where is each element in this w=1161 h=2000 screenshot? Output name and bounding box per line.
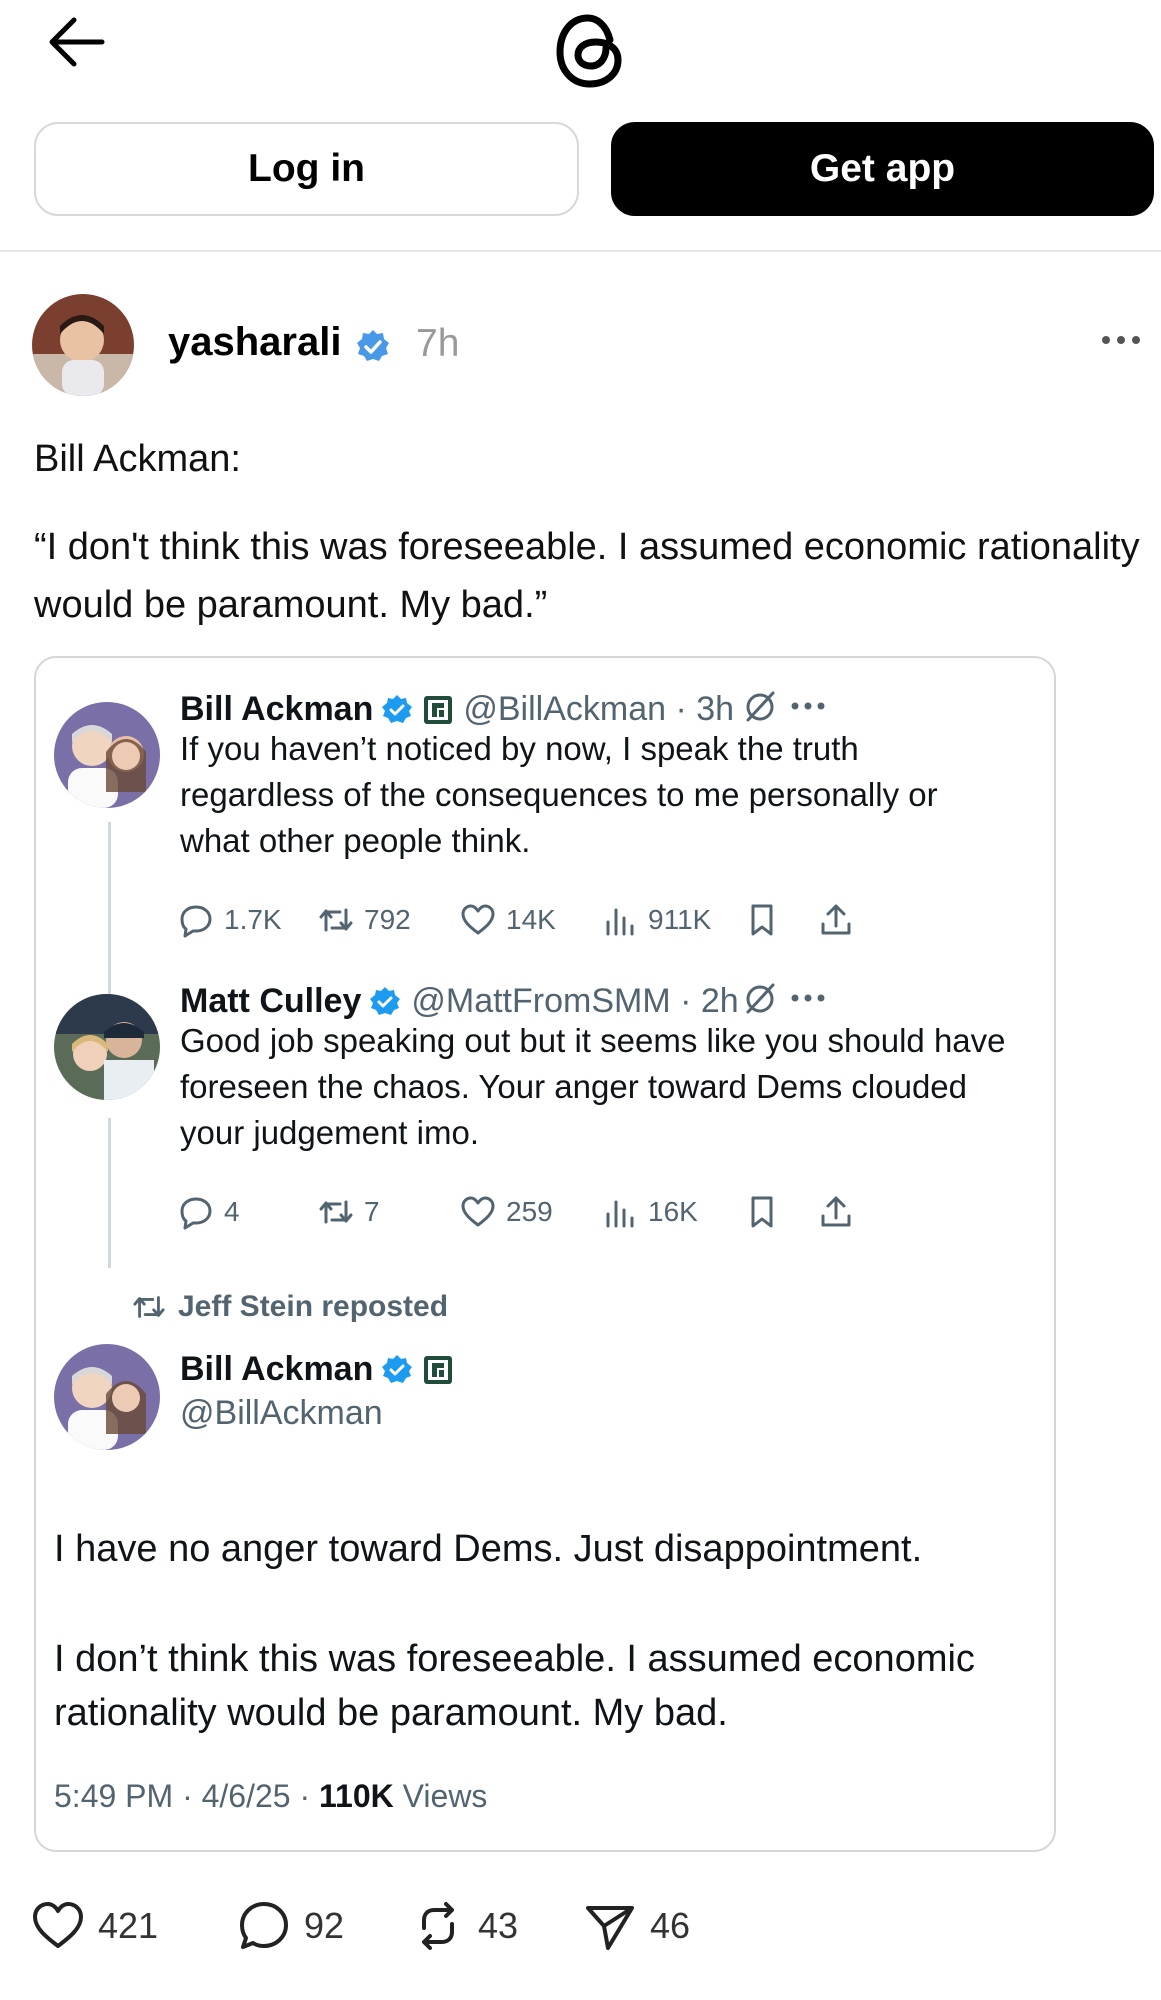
tweet-author-row: Bill Ackman [180,1350,453,1389]
share-button[interactable] [818,902,864,938]
reply-count: 92 [304,1905,345,1946]
auth-buttons: Log in Get app [34,122,1154,218]
heart-icon [461,1196,495,1227]
affiliate-badge-icon [424,695,453,724]
tweet-author-name: Matt Culley [180,982,362,1020]
like-button[interactable]: 421 [30,1898,158,1954]
thread-connector [108,822,111,996]
thread-connector [108,1118,111,1268]
grok-icon[interactable] [742,980,778,1016]
bookmark-icon [751,1196,773,1228]
tweet-meta: 5:49 PM · 4/6/25 · 110K Views [54,1778,487,1815]
share-icon [821,904,851,935]
view-count: 16K [648,1196,698,1227]
like-button[interactable]: 14K [460,902,556,938]
login-button[interactable]: Log in [34,122,579,216]
arrow-left-icon[interactable] [44,14,114,70]
repost-count: 7 [364,1196,380,1227]
like-count: 259 [506,1196,553,1227]
post-text-quote: “I don't think this was foreseeable. I a… [34,526,1140,626]
heart-icon [33,1902,83,1948]
analytics-icon [606,908,634,936]
reposted-indicator: Jeff Stein reposted [132,1290,448,1324]
post-actions: 421 92 43 46 [30,1898,1130,1958]
repost-icon [319,908,353,932]
top-bar [0,0,1161,100]
tweet-view-count: 110K [319,1778,394,1814]
verified-badge-icon [382,694,413,723]
threads-logo-icon[interactable] [548,8,634,94]
views-button[interactable]: 16K [602,1194,698,1230]
bookmark-icon [751,904,773,936]
reply-icon [180,905,212,938]
tweet-text: I have no anger toward Dems. Just disapp… [54,1528,923,1570]
reply-button[interactable]: 4 [178,1194,240,1230]
affiliate-badge-icon [424,1355,453,1384]
reply-count: 4 [224,1196,240,1227]
tweet-actions: 4 7 259 16K [178,1194,1054,1238]
share-icon [821,1196,851,1227]
more-options-icon[interactable] [1100,330,1142,350]
verified-badge-icon [382,1354,413,1383]
tweet-views-label: Views [393,1778,488,1814]
quoted-image-card[interactable]: Bill Ackman @BillAckman · 3h If you have… [34,656,1056,1852]
bookmark-button[interactable] [744,902,790,938]
repost-icon [422,1902,454,1950]
avatar [54,994,160,1100]
tweet-author-row: Bill Ackman @BillAckman · 3h [180,690,734,729]
post-username[interactable]: yasharali [168,320,341,365]
reply-count: 1.7K [224,904,282,935]
view-count: 911K [648,904,712,935]
tweet-datetime: 5:49 PM · 4/6/25 · [54,1778,320,1814]
like-button[interactable]: 259 [460,1194,553,1230]
tweet-handle: @BillAckman [180,1394,383,1432]
reply-button[interactable]: 1.7K [178,902,282,938]
reposted-label: Jeff Stein reposted [178,1290,449,1323]
analytics-icon [606,1200,634,1228]
repost-count: 43 [478,1905,519,1946]
repost-icon [319,1200,353,1224]
repost-button[interactable]: 7 [318,1194,380,1230]
repost-count: 792 [364,904,411,935]
more-options-icon[interactable] [790,700,826,712]
repost-button[interactable]: 43 [410,1898,518,1954]
post-header: yasharali 7h [32,294,1142,398]
reply-icon [180,1197,212,1230]
avatar [54,1344,160,1450]
post-timestamp: 7h [416,322,460,365]
heart-icon [461,904,495,935]
tweet-author-name: Bill Ackman [180,1350,374,1388]
tweet-text: I don’t think this was foreseeable. I as… [54,1638,975,1734]
tweet-author-name: Bill Ackman [180,690,374,728]
bookmark-button[interactable] [744,1194,790,1230]
avatar [54,702,160,808]
tweet-text: Good job speaking out but it seems like … [180,1022,1006,1151]
views-button[interactable]: 911K [602,902,711,938]
tweet-handle: @MattFromSMM · 2h [411,982,739,1020]
repost-icon [133,1296,165,1318]
like-count: 14K [506,904,556,935]
send-icon [586,1906,634,1950]
post-text-line: Bill Ackman: [34,438,241,480]
like-count: 421 [98,1905,159,1946]
share-button[interactable]: 46 [582,1898,690,1954]
share-count: 46 [650,1905,691,1946]
tweet-handle: @BillAckman · 3h [463,690,735,728]
tweet-text: If you haven’t noticed by now, I speak t… [180,730,938,859]
grok-icon[interactable] [742,688,778,724]
comment-icon [240,1902,288,1949]
reply-button[interactable]: 92 [236,1898,344,1954]
get-app-button[interactable]: Get app [611,122,1154,216]
more-options-icon[interactable] [790,992,826,1004]
avatar[interactable] [32,294,134,396]
header-divider [0,250,1161,252]
share-button[interactable] [818,1194,864,1230]
tweet-actions: 1.7K 792 14K 911K [178,902,1054,946]
tweet-author-row: Matt Culley @MattFromSMM · 2h [180,982,739,1021]
verified-badge-icon [370,986,401,1015]
repost-button[interactable]: 792 [318,902,411,938]
verified-badge-icon [357,330,389,361]
